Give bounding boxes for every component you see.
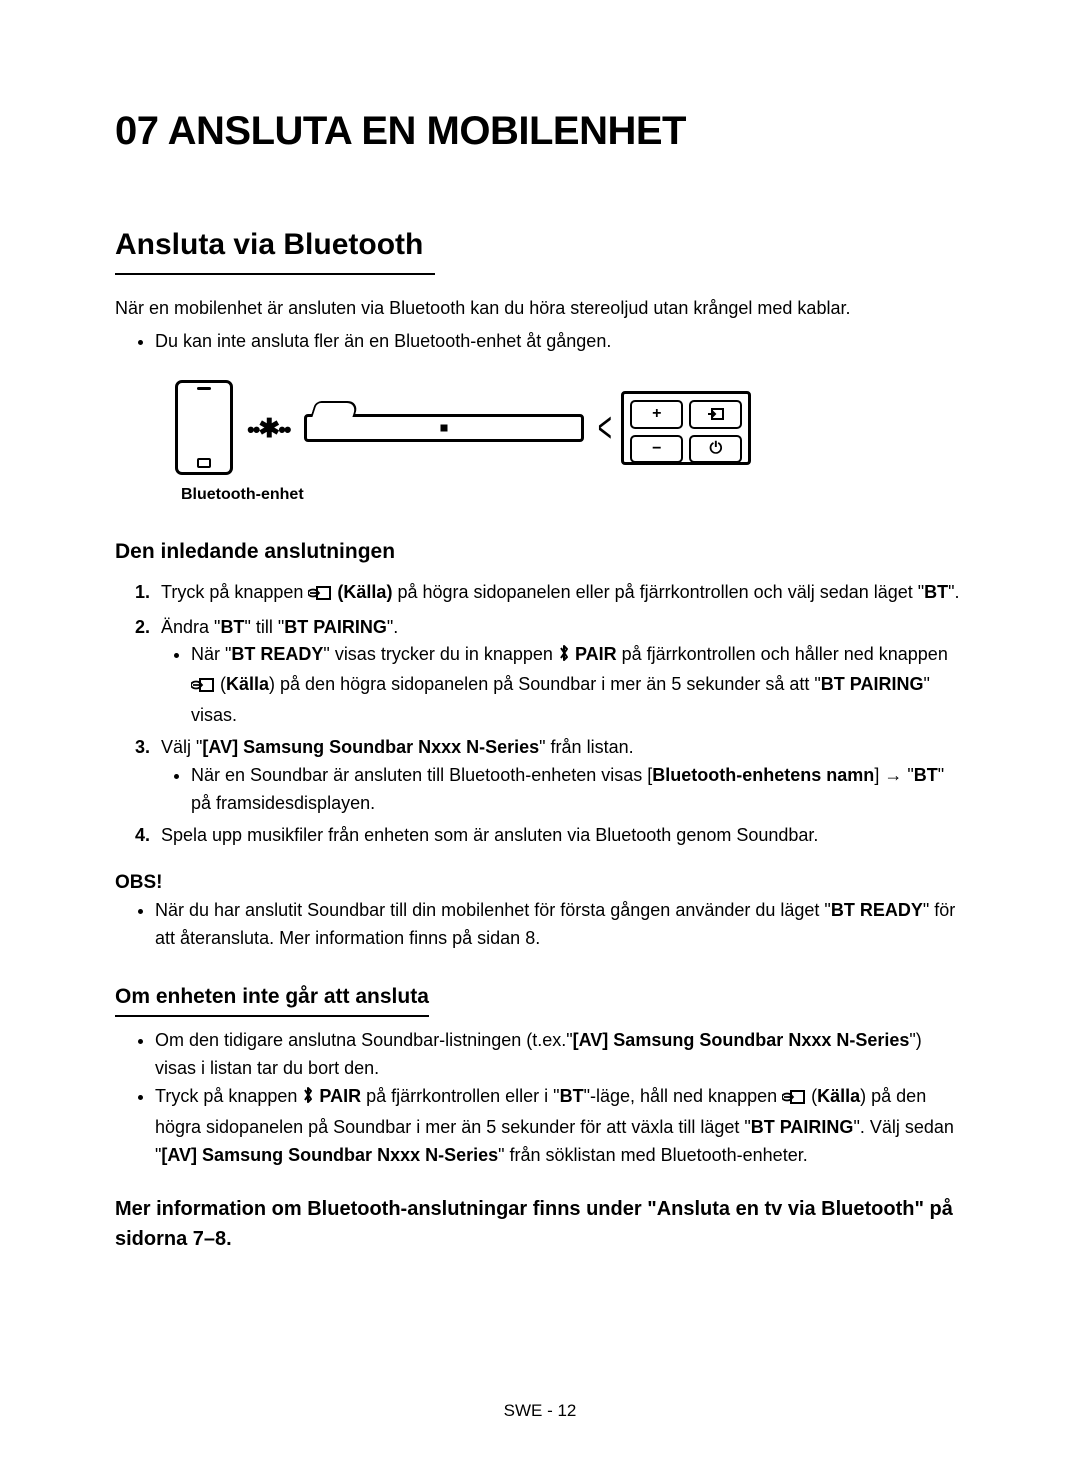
diagram-label: Bluetooth-enhet: [181, 483, 965, 508]
side-panel-icon: + − ⏻: [621, 391, 751, 465]
power-panel-icon: ⏻: [689, 435, 742, 464]
intro-bullet: Du kan inte ansluta fler än en Bluetooth…: [155, 328, 965, 356]
source-icon: [782, 1086, 806, 1114]
source-panel-icon: [689, 400, 742, 429]
fail-bullet-1: Om den tidigare anslutna Soundbar-listni…: [155, 1027, 965, 1083]
volume-down-icon: −: [630, 435, 683, 464]
more-info: Mer information om Bluetooth-anslutninga…: [115, 1194, 965, 1254]
volume-up-icon: +: [630, 400, 683, 429]
bluetooth-icon: [558, 643, 570, 671]
connector-icon: <: [597, 394, 611, 462]
step-2-sub: När "BT READY" visas trycker du in knapp…: [191, 641, 965, 730]
intro-text: När en mobilenhet är ansluten via Blueto…: [115, 295, 965, 323]
step-2: Ändra "BT" till "BT PAIRING". När "BT RE…: [155, 614, 965, 731]
note-bullet: När du har anslutit Soundbar till din mo…: [155, 897, 965, 953]
subheading-initial: Den inledande anslutningen: [115, 536, 965, 569]
chapter-title: 07 ANSLUTA EN MOBILENHET: [115, 100, 965, 162]
step-3: Välj "[AV] Samsung Soundbar Nxxx N-Serie…: [155, 734, 965, 818]
connection-diagram: ••✱•• < + − ⏻: [175, 380, 965, 475]
source-icon: [308, 582, 332, 610]
step-4: Spela upp musikfiler från enheten som är…: [155, 822, 965, 850]
note-heading: OBS!: [115, 868, 965, 897]
bluetooth-wave-icon: ••✱••: [247, 408, 290, 448]
fail-bullet-2: Tryck på knappen PAIR på fjärrkontrollen…: [155, 1083, 965, 1170]
phone-icon: [175, 380, 233, 475]
section-title: Ansluta via Bluetooth: [115, 222, 435, 275]
soundbar-icon: [304, 414, 584, 442]
step-3-sub: När en Soundbar är ansluten till Bluetoo…: [191, 762, 965, 818]
bluetooth-icon: [302, 1085, 314, 1113]
source-icon: [191, 674, 215, 702]
step-1: Tryck på knappen (Källa) på högra sidopa…: [155, 579, 965, 610]
page-number: SWE - 12: [0, 1398, 1080, 1424]
subheading-troubleshoot: Om enheten inte går att ansluta: [115, 981, 429, 1018]
